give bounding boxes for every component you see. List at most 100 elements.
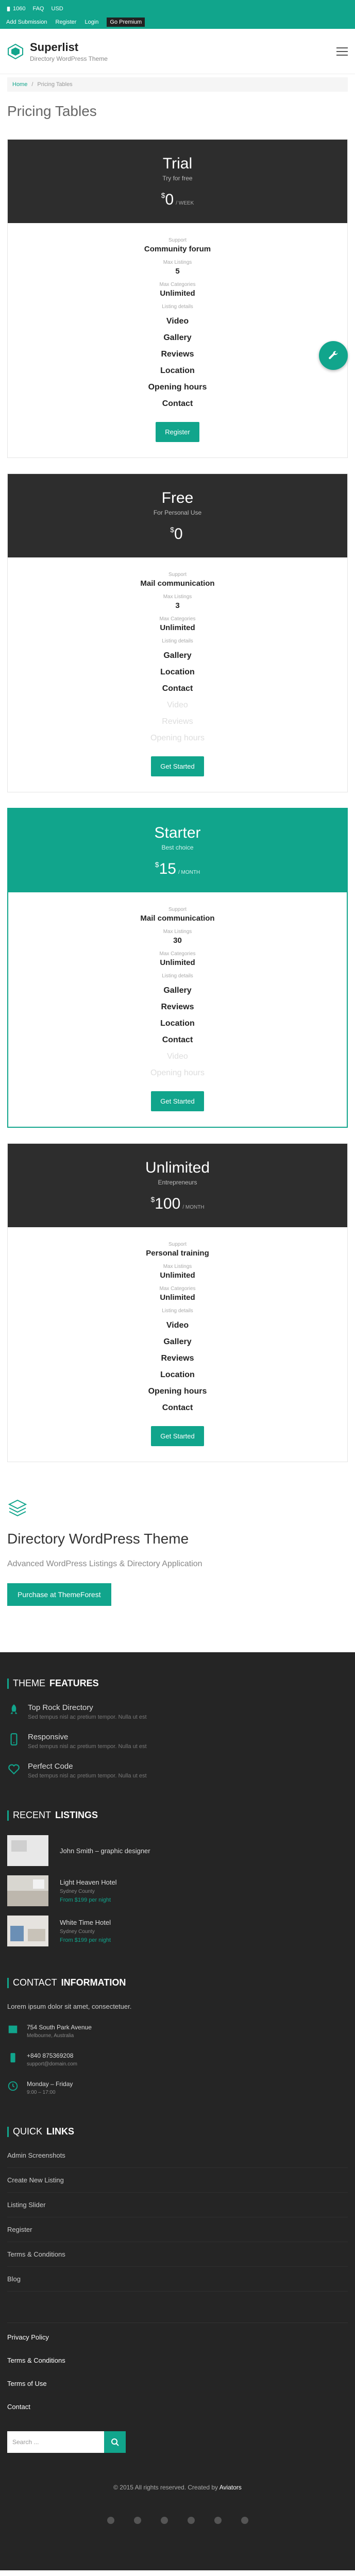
plan-name: Unlimited [145, 1159, 210, 1176]
quick-link[interactable]: Register [7, 2217, 348, 2242]
breadcrumb: Home / Pricing Tables [7, 77, 348, 92]
support-label: Support [168, 572, 187, 578]
menu-icon[interactable] [336, 47, 348, 56]
promo-title: Directory WordPress Theme [7, 1531, 189, 1547]
terms-conditions-link[interactable]: Terms & Conditions [7, 2357, 348, 2364]
promo-subtitle: Advanced WordPress Listings & Directory … [7, 1560, 202, 1568]
plan-item: Contact [162, 399, 193, 408]
plan-item: Location [160, 668, 195, 676]
listing-thumbnail[interactable] [7, 1835, 48, 1866]
site-title[interactable]: Superlist [30, 41, 108, 54]
plan-item: Gallery [163, 986, 192, 995]
listing-item[interactable]: White Time Hotel Sydney County From $199 p… [7, 1916, 348, 1946]
logo-icon[interactable] [7, 43, 24, 60]
plan-body: Support Mail communication Max Listings … [8, 557, 347, 792]
support-label: Support [168, 238, 187, 243]
plan-price: $0/ WEEK [161, 191, 194, 208]
plan-price: $15/ MONTH [155, 860, 200, 877]
contact-text: Lorem ipsum dolor sit amet, consectetuer… [7, 2003, 132, 2010]
plan-header: Trial Try for free $0/ WEEK [8, 140, 347, 223]
listings-label: Max Listings [163, 594, 192, 600]
plan-item: Reviews [161, 350, 194, 359]
rocket-icon [10, 1704, 18, 1714]
details-label: Listing details [162, 304, 193, 310]
contact-address: 754 South Park Avenue Melbourne, Australi… [7, 2024, 348, 2039]
plan-item: Reviews [161, 1354, 194, 1363]
terms-of-use-link[interactable]: Terms of Use [7, 2380, 348, 2387]
plan-item-disabled: Opening hours [150, 734, 205, 742]
section-title: RECENT LISTINGS [7, 1810, 348, 1821]
quick-link[interactable]: Blog [7, 2267, 348, 2292]
listings-value: Unlimited [160, 1271, 195, 1280]
details-label: Listing details [162, 973, 193, 979]
categories-label: Max Categories [159, 282, 196, 287]
listing-thumbnail[interactable] [7, 1916, 48, 1946]
feature-item: Perfect Code Sed tempus nisl ac pretium t… [7, 1762, 348, 1779]
categories-label: Max Categories [159, 951, 196, 957]
facebook-icon[interactable] [107, 2517, 114, 2524]
social-links [7, 2517, 348, 2555]
dribbble-icon[interactable] [214, 2517, 222, 2524]
quick-link[interactable]: Create New Listing [7, 2168, 348, 2193]
page-title: Pricing Tables [7, 103, 97, 119]
promo-section: Directory WordPress Theme Advanced WordP… [0, 1462, 355, 1652]
support-value: Personal training [146, 1249, 209, 1258]
plan-body: Support Community forum Max Listings 5 M… [8, 223, 347, 457]
google-plus-icon[interactable] [160, 2517, 168, 2524]
wrench-icon [329, 351, 338, 359]
listings-value: 5 [175, 267, 180, 276]
site-header: Superlist Directory WordPress Theme [0, 29, 355, 74]
purchase-button[interactable]: Purchase at ThemeForest [7, 1583, 111, 1606]
contact-information: CONTACT INFORMATION Lorem ipsum dolor sit… [7, 1977, 348, 2095]
customizer-button[interactable] [319, 341, 348, 370]
listing-thumbnail[interactable] [7, 1875, 48, 1906]
copyright: © 2015 All rights reserved. Created by A… [113, 2484, 242, 2491]
heart-icon [8, 1764, 20, 1775]
copyright-link[interactable]: Aviators [219, 2484, 242, 2491]
plan-item: Opening hours [148, 1387, 207, 1396]
plan-item-disabled: Video [167, 701, 188, 709]
get-started-button[interactable]: Get Started [151, 1091, 204, 1111]
search-input[interactable]: Search ... [7, 2431, 104, 2453]
register-button[interactable]: Register [156, 422, 199, 442]
plan-header: Free For Personal Use $0 [8, 474, 347, 557]
categories-label: Max Categories [159, 1286, 196, 1292]
currency-select[interactable]: USD [52, 6, 63, 12]
plan-name: Free [161, 489, 194, 506]
plan-price: $100/ MONTH [150, 1195, 205, 1212]
register-link[interactable]: Register [56, 19, 77, 25]
instagram-icon[interactable] [241, 2517, 248, 2524]
plan-item-disabled: Opening hours [150, 1069, 205, 1077]
plan-free: Free For Personal Use $0 Support Mail co… [7, 473, 348, 792]
twitter-icon[interactable] [133, 2517, 141, 2524]
plan-item: Contact [162, 684, 193, 693]
plan-header: Starter Best choice $15/ MONTH [8, 809, 347, 892]
search-button[interactable] [104, 2431, 126, 2453]
breadcrumb-home[interactable]: Home [12, 81, 27, 88]
plan-name: Trial [162, 155, 193, 172]
listing-item[interactable]: John Smith – graphic designer [7, 1835, 348, 1866]
plan-price: $0 [170, 526, 183, 543]
pricing-tables: Trial Try for free $0/ WEEK Support Comm… [0, 139, 355, 1462]
get-started-button[interactable]: Get Started [151, 1426, 204, 1446]
plan-item: Gallery [163, 333, 192, 342]
plan-tagline: Try for free [162, 175, 193, 182]
quick-link[interactable]: Listing Slider [7, 2193, 348, 2217]
quick-link[interactable]: Admin Screenshots [7, 2151, 348, 2168]
plan-item: Opening hours [148, 383, 207, 392]
details-label: Listing details [162, 638, 193, 644]
map-icon [8, 2025, 18, 2033]
quick-link[interactable]: Terms & Conditions [7, 2242, 348, 2267]
listings-label: Max Listings [163, 929, 192, 935]
add-submission-link[interactable]: Add Submission [6, 19, 47, 25]
faq-link[interactable]: FAQ [32, 6, 44, 12]
categories-value: Unlimited [160, 1293, 195, 1302]
privacy-policy-link[interactable]: Privacy Policy [7, 2333, 348, 2341]
go-premium-link[interactable]: Go Premium [107, 18, 145, 27]
linkedin-icon[interactable] [187, 2517, 195, 2524]
listing-item[interactable]: Light Heaven Hotel Sydney County From $199… [7, 1875, 348, 1906]
get-started-button[interactable]: Get Started [151, 756, 204, 776]
login-link[interactable]: Login [84, 19, 98, 25]
contact-link[interactable]: Contact [7, 2403, 348, 2411]
plan-item: Location [160, 366, 195, 375]
